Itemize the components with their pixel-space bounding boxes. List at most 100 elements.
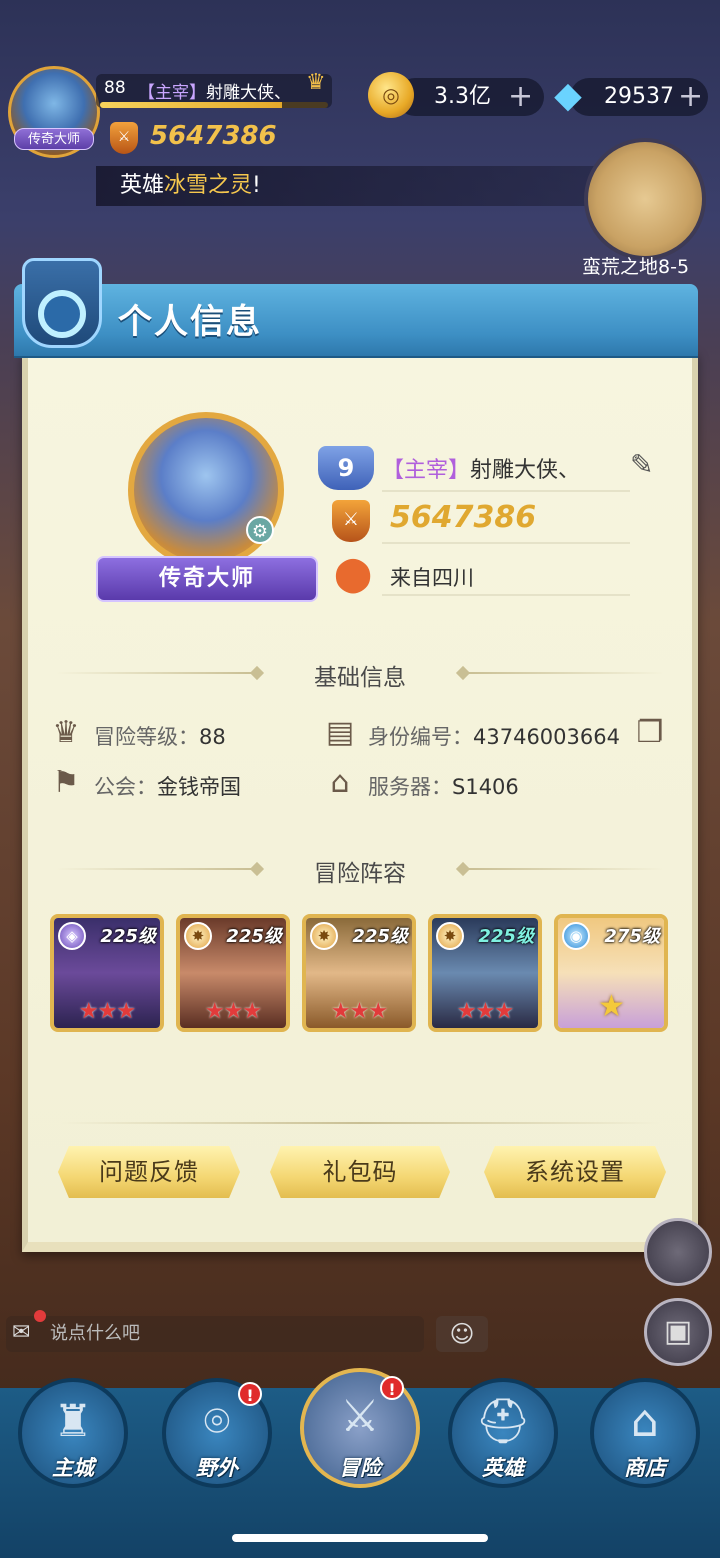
player-id: 身份编号：43746003664 (368, 721, 620, 751)
profile-name-text: 射雕大侠、 (470, 458, 581, 483)
system-settings-button[interactable]: 系统设置 (484, 1146, 666, 1198)
adventure-alert-badge: ! (380, 1376, 404, 1400)
hero-stars: ★★★ (330, 999, 388, 1024)
player-id-value: 43746003664 (473, 725, 620, 749)
hero-card[interactable]: ◉ 275级 ★ (554, 914, 668, 1032)
basic-info-title: 基础信息 (314, 665, 406, 691)
feedback-button[interactable]: 问题反馈 (58, 1146, 240, 1198)
power-shield-icon: ⚔ (110, 122, 138, 154)
gold-amount: 3.3亿 (434, 84, 491, 109)
guild-name: 金钱帝国 (157, 775, 241, 799)
announcement-ticker: 英雄冰雪之灵! (96, 166, 596, 206)
bottom-divider-right (360, 1122, 660, 1124)
hero-stars: ★★★ (204, 999, 262, 1024)
sword-side-button[interactable] (644, 1218, 712, 1286)
power-shield-icon: ⚔ (332, 500, 370, 542)
panel-title: 个人信息 (118, 302, 262, 342)
player-id-label: 身份编号： (368, 725, 473, 749)
profile-location: 来自四川 (390, 566, 474, 590)
player-name: 【主宰】射雕大侠、 (138, 78, 291, 103)
vip-level-badge: 9 (318, 446, 374, 490)
hero-level: 225级 (226, 926, 282, 947)
crown-icon: ♛ (52, 715, 80, 750)
section-divider-right (468, 868, 664, 870)
profile-name: 【主宰】射雕大侠、 (382, 452, 580, 484)
copy-icon[interactable]: ❐ (632, 716, 668, 750)
guild-label: 公会： (94, 775, 157, 799)
water-element-icon: ◉ (562, 922, 590, 950)
ticker-highlight: 冰雪之灵 (164, 173, 253, 198)
profile-power: 5647386 (390, 500, 537, 535)
bottom-divider-left (60, 1122, 360, 1124)
server-value: S1406 (452, 775, 519, 799)
hero-stars: ★★★ (456, 999, 514, 1024)
nav-label: 英雄 (482, 1456, 524, 1480)
player-name-tag: 【主宰】 (138, 83, 206, 103)
hero-level: 225级 (352, 926, 408, 947)
gift-code-button[interactable]: 礼包码 (270, 1146, 450, 1198)
map-stage-label: 蛮荒之地8-5 (582, 256, 690, 278)
nav-heroes[interactable]: ⛑ 英雄 (448, 1378, 558, 1488)
home-indicator[interactable] (232, 1534, 488, 1542)
hero-card[interactable]: ◈ 225级 ★★★ (50, 914, 164, 1032)
shop-icon: ⌂ (631, 1396, 659, 1447)
location-pin-icon: ⬤ (334, 554, 373, 594)
chat-notification-dot (34, 1310, 46, 1322)
player-name-text: 射雕大侠、 (206, 83, 291, 103)
emoji-button[interactable]: ☺ (436, 1316, 488, 1352)
minimap[interactable] (584, 138, 706, 260)
chat-input[interactable]: 说点什么吧 (6, 1316, 424, 1352)
player-power: 5647386 (150, 121, 277, 151)
avatar-rank-tag: 传奇大师 (14, 128, 94, 150)
server-info: 服务器：S1406 (368, 771, 519, 801)
diamond-icon: ◆ (554, 75, 582, 116)
player-level: 88 (104, 78, 126, 98)
nav-shop[interactable]: ⌂ 商店 (590, 1378, 700, 1488)
hero-stars: ★ (598, 989, 625, 1024)
wild-alert-badge: ! (238, 1382, 262, 1406)
server-icon: ⌂ (330, 765, 350, 800)
adventure-level-label: 冒险等级： (94, 725, 199, 749)
profile-name-tag: 【主宰】 (382, 458, 471, 483)
ticker-suffix: ! (252, 173, 261, 198)
sun-element-icon: ✸ (184, 922, 212, 950)
edit-name-icon[interactable]: ✎ (630, 448, 653, 481)
add-gold-button[interactable]: + (508, 78, 533, 116)
castle-icon: ♜ (53, 1396, 93, 1447)
nav-label: 主城 (52, 1456, 94, 1480)
sun-element-icon: ✸ (436, 922, 464, 950)
section-divider-right (468, 672, 664, 674)
nav-main-city[interactable]: ♜ 主城 (18, 1378, 128, 1488)
ticker-prefix: 英雄 (120, 173, 165, 198)
hero-stars: ★★★ (78, 999, 136, 1024)
nav-label: 商店 (624, 1456, 666, 1480)
hero-level: 275级 (604, 926, 660, 947)
exp-bar (100, 102, 328, 108)
row-divider (382, 542, 630, 544)
panel-header (14, 284, 698, 356)
avatar-settings-icon[interactable]: ⚙ (246, 516, 274, 544)
row-divider (382, 490, 630, 492)
quest-scroll-button[interactable]: ▣ (644, 1298, 712, 1366)
helmet-icon: ⛑ (475, 1396, 531, 1447)
gold-coin-icon: ◎ (368, 72, 414, 118)
crown-icon: ♛ (306, 70, 326, 95)
guild-banner-icon: ⚑ (52, 765, 80, 800)
hero-card[interactable]: ✸ 225级 ★★★ (302, 914, 416, 1032)
lineup-title: 冒险阵容 (314, 861, 406, 887)
add-gems-button[interactable]: + (678, 78, 703, 116)
hero-card[interactable]: ✸ 225级 ★★★ (176, 914, 290, 1032)
purple-element-icon: ◈ (58, 922, 86, 950)
chat-bubble-icon: ✉ (12, 1320, 31, 1345)
sun-element-icon: ✸ (310, 922, 338, 950)
nav-label: 冒险 (339, 1456, 381, 1480)
rank-title-banner: 传奇大师 (96, 556, 318, 602)
exp-bar-fill (100, 102, 283, 108)
nav-label: 野外 (196, 1456, 238, 1480)
guild-info: 公会：金钱帝国 (94, 771, 241, 801)
hero-card[interactable]: ✸ 225级 ★★★ (428, 914, 542, 1032)
adventure-level: 冒险等级：88 (94, 721, 226, 751)
row-divider (382, 594, 630, 596)
hero-level: 225级 (478, 926, 534, 947)
server-label: 服务器： (368, 775, 452, 799)
